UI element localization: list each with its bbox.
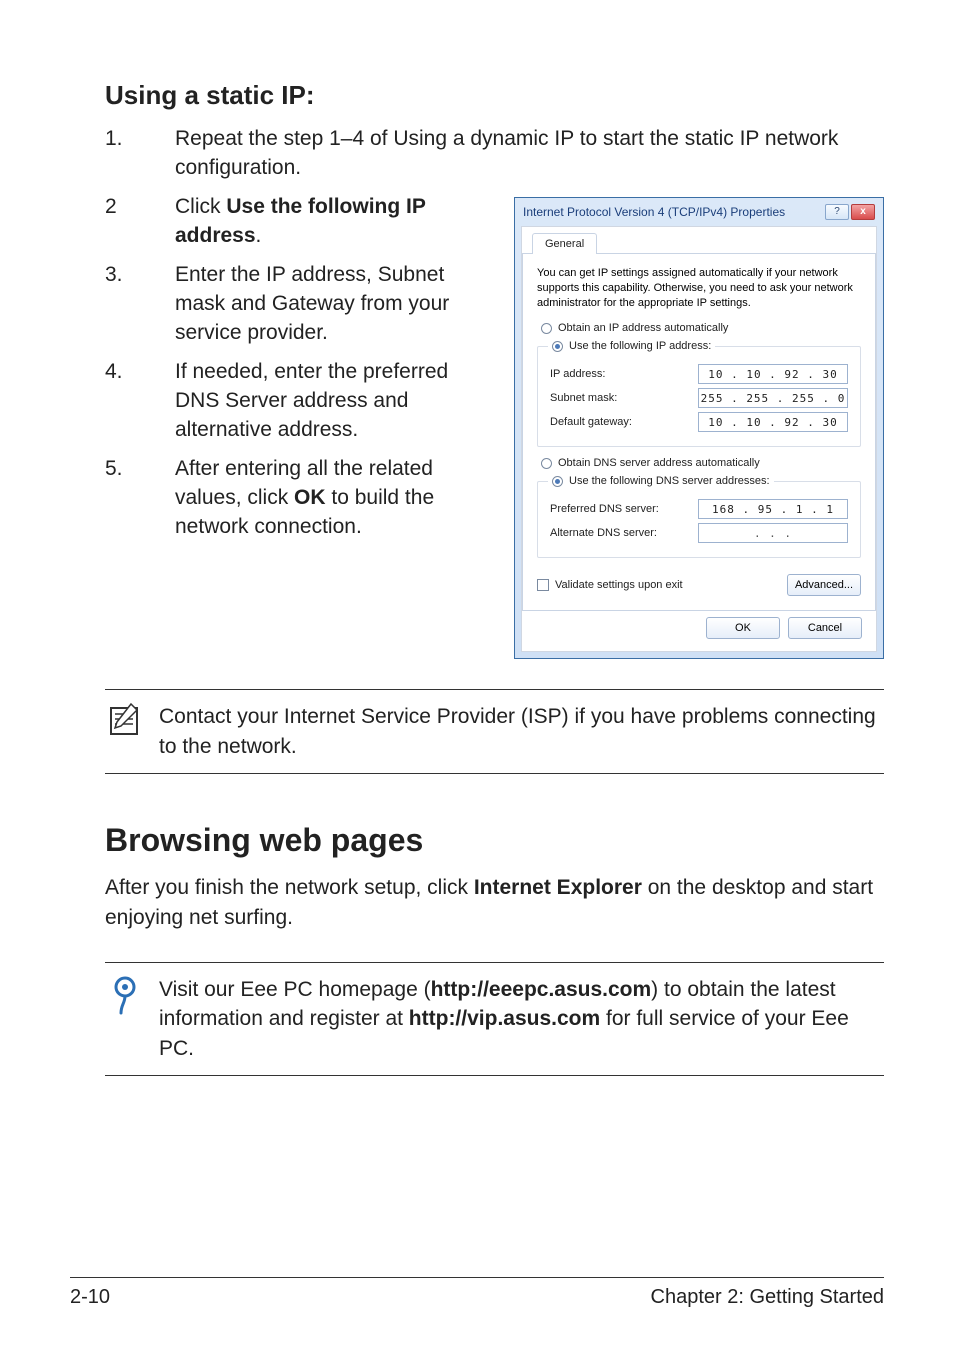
subnet-mask-input[interactable]: 255 . 255 . 255 . 0 (698, 388, 848, 408)
alternate-dns-label: Alternate DNS server: (550, 527, 657, 539)
step-text: Enter the IP address, Subnet mask and Ga… (175, 261, 494, 348)
default-gateway-label: Default gateway: (550, 416, 632, 428)
ip-address-input[interactable]: 10 . 10 . 92 . 30 (698, 364, 848, 384)
bold-fragment: OK (294, 486, 326, 509)
radio-label: Obtain an IP address automatically (558, 322, 728, 334)
dialog-description: You can get IP settings assigned automat… (537, 266, 861, 311)
validate-checkbox[interactable] (537, 579, 549, 591)
close-button[interactable]: x (851, 204, 875, 220)
help-button[interactable]: ? (825, 204, 849, 220)
tab-general[interactable]: General (532, 233, 597, 254)
tip-callout: Visit our Eee PC homepage (http://eeepc.… (105, 962, 884, 1076)
dialog-title: Internet Protocol Version 4 (TCP/IPv4) P… (523, 205, 785, 219)
step-number: 5. (105, 455, 145, 542)
ip-address-label: IP address: (550, 368, 605, 380)
default-gateway-input[interactable]: 10 . 10 . 92 . 30 (698, 412, 848, 432)
notepad-icon (105, 702, 145, 738)
ok-button[interactable]: OK (706, 617, 780, 639)
radio-obtain-ip-auto[interactable] (541, 323, 552, 334)
radio-label: Use the following IP address: (569, 340, 711, 352)
radio-use-following-ip[interactable] (552, 341, 563, 352)
subnet-mask-label: Subnet mask: (550, 392, 617, 404)
callout-text: Contact your Internet Service Provider (… (159, 702, 884, 761)
validate-label: Validate settings upon exit (555, 579, 683, 591)
step-text: Repeat the step 1–4 of Using a dynamic I… (175, 125, 884, 183)
dns-group: Use the following DNS server addresses: … (537, 475, 861, 558)
left-steps: 2 Click Use the following IP address. 3.… (105, 193, 494, 542)
heading-browsing: Browsing web pages (105, 822, 884, 859)
alternate-dns-input[interactable]: . . . (698, 523, 848, 543)
note-callout: Contact your Internet Service Provider (… (105, 689, 884, 774)
text-fragment: . (256, 224, 262, 247)
step-number: 3. (105, 261, 145, 348)
full-width-steps: 1. Repeat the step 1–4 of Using a dynami… (105, 125, 884, 183)
ipv4-properties-dialog: Internet Protocol Version 4 (TCP/IPv4) P… (514, 197, 884, 660)
radio-obtain-dns-auto[interactable] (541, 458, 552, 469)
step-number: 2 (105, 193, 145, 251)
text-fragment: After you finish the network setup, clic… (105, 876, 474, 899)
browsing-paragraph: After you finish the network setup, clic… (105, 873, 884, 932)
bold-fragment: http://eeepc.asus.com (431, 978, 652, 1001)
preferred-dns-label: Preferred DNS server: (550, 503, 659, 515)
callout-text: Visit our Eee PC homepage (http://eeepc.… (159, 975, 884, 1063)
page-footer: 2-10 Chapter 2: Getting Started (70, 1277, 884, 1309)
step-text: After entering all the related values, c… (175, 455, 494, 542)
step-text: Click Use the following IP address. (175, 193, 494, 251)
text-fragment: Click (175, 195, 226, 218)
text-fragment: Visit our Eee PC homepage ( (159, 978, 431, 1001)
step-number: 1. (105, 125, 145, 183)
advanced-button[interactable]: Advanced... (787, 574, 861, 596)
heading-static-ip: Using a static IP: (105, 80, 884, 111)
magnifier-tip-icon (105, 975, 145, 1015)
step-text: If needed, enter the preferred DNS Serve… (175, 358, 494, 445)
cancel-button[interactable]: Cancel (788, 617, 862, 639)
ip-group: Use the following IP address: IP address… (537, 340, 861, 447)
page-number: 2-10 (70, 1286, 110, 1309)
radio-label: Use the following DNS server addresses: (569, 475, 770, 487)
radio-label: Obtain DNS server address automatically (558, 457, 760, 469)
bold-fragment: http://vip.asus.com (409, 1007, 600, 1030)
step-number: 4. (105, 358, 145, 445)
bold-fragment: Internet Explorer (474, 876, 642, 899)
radio-use-following-dns[interactable] (552, 476, 563, 487)
preferred-dns-input[interactable]: 168 . 95 . 1 . 1 (698, 499, 848, 519)
chapter-title: Chapter 2: Getting Started (651, 1286, 884, 1309)
